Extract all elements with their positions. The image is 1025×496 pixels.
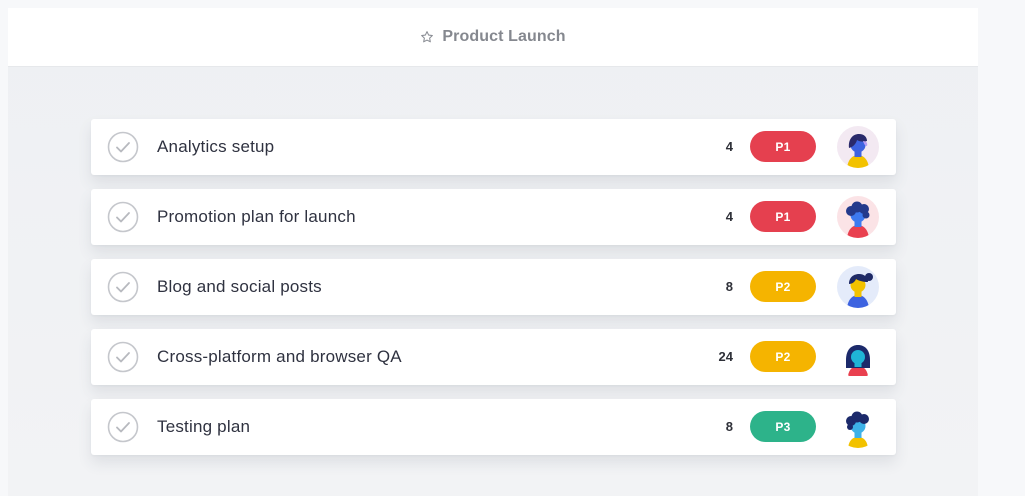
person-avatar-icon — [846, 201, 870, 238]
task-count: 8 — [725, 279, 733, 294]
task-name[interactable]: Analytics setup — [157, 119, 274, 175]
task-name[interactable]: Testing plan — [157, 399, 250, 455]
star-outline-icon[interactable] — [420, 30, 434, 44]
priority-badge[interactable]: P1 — [750, 201, 816, 232]
person-avatar-icon — [846, 345, 870, 376]
task-name[interactable]: Cross-platform and browser QA — [157, 329, 402, 385]
priority-badge[interactable]: P2 — [750, 341, 816, 372]
assignee-avatar[interactable] — [837, 126, 879, 168]
project-header: Product Launch — [8, 8, 978, 66]
assignee-avatar[interactable] — [837, 406, 879, 448]
assignee-avatar[interactable] — [837, 336, 879, 378]
person-avatar-icon — [847, 273, 873, 308]
priority-badge[interactable]: P1 — [750, 131, 816, 162]
task-row[interactable]: Analytics setup 4 P1 — [91, 119, 896, 175]
complete-checkbox-icon[interactable] — [107, 201, 139, 233]
task-count: 4 — [725, 139, 733, 154]
complete-checkbox-icon[interactable] — [107, 411, 139, 443]
task-count: 24 — [718, 349, 733, 364]
task-count: 8 — [725, 419, 733, 434]
task-row[interactable]: Testing plan 8 P3 — [91, 399, 896, 455]
person-avatar-icon — [847, 134, 869, 168]
complete-checkbox-icon[interactable] — [107, 131, 139, 163]
priority-badge[interactable]: P2 — [750, 271, 816, 302]
project-panel: Product Launch Analytics setup 4 P1 Prom… — [8, 8, 978, 496]
assignee-avatar[interactable] — [837, 196, 879, 238]
task-count: 4 — [725, 209, 733, 224]
complete-checkbox-icon[interactable] — [107, 271, 139, 303]
assignee-avatar[interactable] — [837, 266, 879, 308]
priority-badge[interactable]: P3 — [750, 411, 816, 442]
task-name[interactable]: Promotion plan for launch — [157, 189, 356, 245]
task-row[interactable]: Cross-platform and browser QA 24 P2 — [91, 329, 896, 385]
task-row[interactable]: Promotion plan for launch 4 P1 — [91, 189, 896, 245]
task-row[interactable]: Blog and social posts 8 P2 — [91, 259, 896, 315]
project-title-group: Product Launch — [420, 28, 565, 46]
page-title: Product Launch — [442, 28, 566, 45]
complete-checkbox-icon[interactable] — [107, 341, 139, 373]
person-avatar-icon — [846, 411, 869, 448]
task-name[interactable]: Blog and social posts — [157, 259, 322, 315]
